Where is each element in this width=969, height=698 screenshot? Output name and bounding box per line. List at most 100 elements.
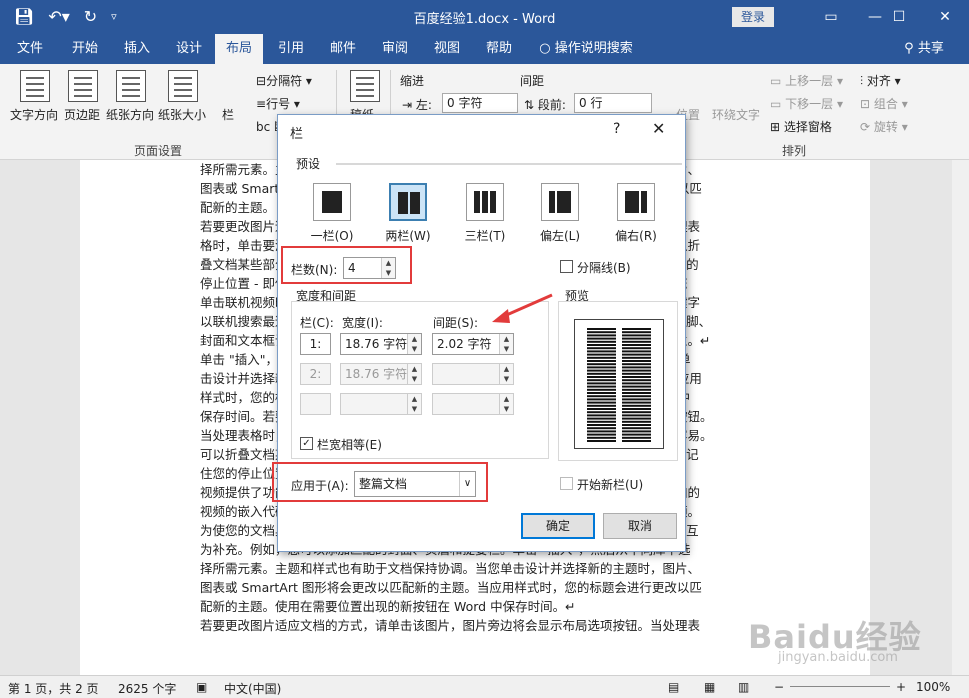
word-count[interactable]: 2625 个字 (118, 680, 176, 697)
cancel-button[interactable]: 取消 (603, 513, 677, 539)
preset-two-columns[interactable] (389, 183, 427, 221)
col-3-spacing-input[interactable]: ▲ ▼ (432, 393, 514, 415)
align-button[interactable]: ⫶ 对齐 ▾ (860, 72, 901, 89)
tab-layout[interactable]: 布局 (215, 34, 263, 64)
col-3-width-input[interactable]: ▲ ▼ (340, 393, 422, 415)
col-3-spacing-spinner[interactable]: ▲ ▼ (499, 394, 513, 414)
preview-line (587, 404, 616, 407)
dropdown-chevron-icon[interactable]: ∨ (459, 472, 475, 496)
left-column-icon (549, 191, 571, 213)
web-layout-icon[interactable]: ▥ (738, 680, 749, 694)
col-1-spacing-input[interactable]: 2.02 字符 ▲ ▼ (432, 333, 514, 355)
preset-three-label: 三栏(T) (464, 229, 506, 243)
tab-mailings[interactable]: 邮件 (320, 34, 366, 64)
orientation-button[interactable]: 纸张方向 (106, 106, 154, 123)
preview-line (587, 353, 616, 356)
num-columns-spinner[interactable]: ▲ ▼ (381, 258, 395, 278)
col-3-width-spinner[interactable]: ▲ ▼ (407, 394, 421, 414)
col-1-width-input[interactable]: 18.76 字符 ▲ ▼ (340, 333, 422, 355)
tab-view[interactable]: 视图 (424, 34, 470, 64)
maximize-button[interactable]: ☐ (876, 4, 922, 30)
send-backward-button[interactable]: ▭ 下移一层 ▾ (770, 95, 843, 112)
preset-right[interactable] (617, 183, 655, 221)
vertical-scrollbar[interactable] (952, 160, 969, 675)
start-new-column-checkbox[interactable] (560, 477, 573, 490)
document-line[interactable]: 若要更改图片适应文档的方式，请单击该图片，图片旁边将会显示布局选项按钮。当处理表 (200, 616, 754, 635)
col-2-width-spinner[interactable]: ▲ ▼ (407, 364, 421, 384)
col-2-spacing-input[interactable]: ▲ ▼ (432, 363, 514, 385)
col-2-spacing-spinner[interactable]: ▲ ▼ (499, 364, 513, 384)
document-line[interactable]: 图表或 SmartArt 图形将会更改以匹配新的主题。当应用样式时，您的标题会进… (200, 578, 754, 597)
tab-home[interactable]: 开始 (62, 34, 108, 64)
preset-left-label: 偏左(L) (539, 229, 581, 243)
preview-line (622, 392, 651, 394)
redo-icon[interactable]: ↻ (84, 6, 97, 28)
margins-button[interactable]: 页边距 (64, 106, 100, 123)
print-layout-icon[interactable]: ▦ (704, 680, 715, 694)
preset-left[interactable] (541, 183, 579, 221)
customize-icon[interactable]: ▿ (111, 6, 117, 28)
preview-line (622, 340, 651, 343)
preset-one-column[interactable] (313, 183, 351, 221)
col-1-width-spinner[interactable]: ▲ ▼ (407, 334, 421, 354)
presets-label: 预设 (296, 157, 321, 171)
ribbon-display-options-icon[interactable]: ▭ (808, 4, 854, 30)
preview-line (587, 363, 616, 366)
bring-forward-button[interactable]: ▭ 上移一层 ▾ (770, 72, 843, 89)
col-2-width-input[interactable]: 18.76 字符 ▲ ▼ (340, 363, 422, 385)
zoom-out-button[interactable]: − (774, 680, 784, 694)
equal-width-checkbox[interactable]: ✓ (300, 437, 313, 450)
group-button[interactable]: ⊡ 组合 ▾ (860, 95, 908, 112)
close-window-button[interactable]: ✕ (922, 4, 968, 30)
document-line[interactable]: 择所需元素。主题和样式也有助于文档保持协调。当您单击设计并选择新的主题时，图片、 (200, 559, 754, 578)
selection-pane-button[interactable]: ⊞ 选择窗格 (770, 118, 832, 135)
spacing-header: 间距(S): (433, 316, 479, 330)
tab-references[interactable]: 引用 (268, 34, 314, 64)
save-icon[interactable]: 💾︎ (14, 6, 34, 28)
proofing-icon[interactable]: ▣ (196, 680, 207, 694)
dialog-close-button[interactable]: ✕ (652, 119, 665, 138)
zoom-level[interactable]: 100% (916, 680, 950, 694)
line-numbers-button[interactable]: ≡行号 ▾ (256, 95, 300, 112)
preview-line (622, 404, 651, 407)
col-1-spacing-spinner[interactable]: ▲ ▼ (499, 334, 513, 354)
group-icon: ⊡ (860, 97, 874, 111)
preview-line (622, 369, 651, 372)
indent-left-input[interactable]: 0 字符 (442, 93, 518, 113)
rotate-button[interactable]: ⟳ 旋转 ▾ (860, 118, 908, 135)
login-button[interactable]: 登录 (732, 7, 774, 27)
breaks-button[interactable]: ⊟分隔符 ▾ (256, 72, 312, 89)
tab-file[interactable]: 文件 (8, 34, 52, 64)
zoom-slider[interactable] (790, 686, 890, 687)
zoom-in-button[interactable]: + (896, 680, 906, 694)
tab-review[interactable]: 审阅 (372, 34, 418, 64)
tell-me-search[interactable]: ○ 操作说明搜索 (534, 34, 638, 64)
tab-insert[interactable]: 插入 (114, 34, 160, 64)
page-count[interactable]: 第 1 页，共 2 页 (8, 680, 99, 697)
undo-icon[interactable]: ↶▾ (48, 6, 69, 28)
apply-to-select[interactable]: 整篇文档 ∨ (354, 471, 476, 497)
text-direction-button[interactable]: 文字方向 (10, 106, 58, 123)
num-columns-input[interactable]: 4 ▲ ▼ (343, 257, 396, 279)
language-indicator[interactable]: 中文(中国) (224, 680, 281, 697)
read-mode-icon[interactable]: ▤ (668, 680, 679, 694)
wrap-text-button[interactable]: 环绕文字 (712, 106, 760, 123)
ok-button[interactable]: 确定 (521, 513, 595, 539)
preview-line (622, 436, 651, 439)
line-between-checkbox[interactable] (560, 260, 573, 273)
tab-help[interactable]: 帮助 (476, 34, 522, 64)
dialog-help-button[interactable]: ? (613, 121, 620, 137)
columns-button[interactable]: 栏 (222, 106, 234, 123)
preview-line (622, 379, 651, 382)
tab-design[interactable]: 设计 (166, 34, 212, 64)
document-line[interactable]: 配新的主题。使用在需要位置出现的新按钮在 Word 中保存时间。↵ (200, 597, 754, 616)
preview-line (587, 360, 616, 362)
preset-three-columns[interactable] (466, 183, 504, 221)
rotate-icon: ⟳ (860, 120, 874, 134)
paper-size-button[interactable]: 纸张大小 (158, 106, 206, 123)
preview-line (587, 417, 616, 420)
share-button[interactable]: ⚲ 共享 (898, 34, 950, 64)
preview-line (622, 398, 651, 401)
preview-line (622, 385, 651, 388)
spacing-before-input[interactable]: 0 行 (574, 93, 652, 113)
